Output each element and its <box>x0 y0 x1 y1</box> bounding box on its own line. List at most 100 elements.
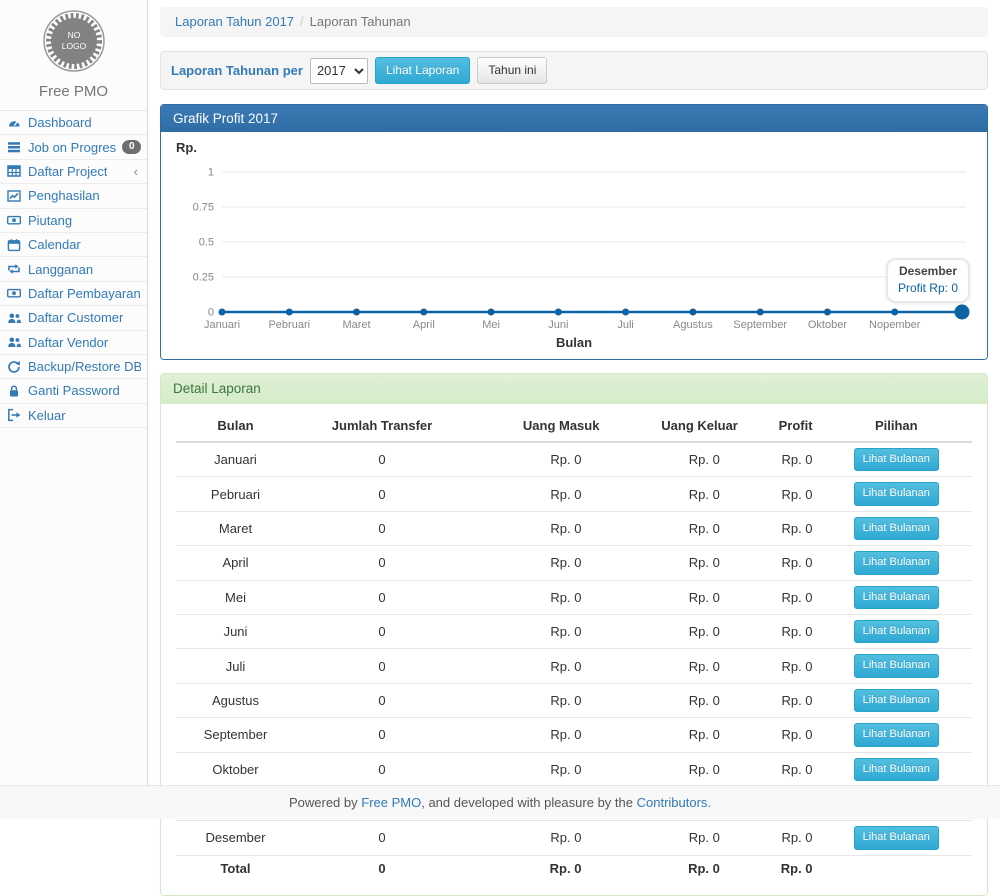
cell-bulan: Januari <box>176 442 295 477</box>
view-monthly-button[interactable]: Lihat Bulanan <box>854 758 939 781</box>
x-tick-label: Juli <box>617 319 634 331</box>
sign-out-icon <box>7 408 22 422</box>
sidebar-item-langganan[interactable]: Langganan <box>0 257 147 281</box>
sidebar-item-daftar-customer[interactable]: Daftar Customer <box>0 306 147 330</box>
table-row-desember: Desember0Rp. 0Rp. 0Rp. 0Lihat Bulanan <box>176 821 972 855</box>
money-icon <box>7 286 22 300</box>
cell-bulan: Mei <box>176 580 295 614</box>
cell-jumlah_transfer: 0 <box>295 477 469 511</box>
cell-profit: Rp. 0 <box>746 580 821 614</box>
users-icon <box>7 335 22 349</box>
main-content: Laporan Tahun 2017/Laporan Tahunan Lapor… <box>148 0 1000 785</box>
sidebar-item-label: Langganan <box>28 262 93 277</box>
cell-profit: Rp. 0 <box>746 821 821 855</box>
sidebar-item-label: Job on Progress <box>28 140 116 155</box>
cell-uang_keluar: Rp. 0 <box>607 718 745 752</box>
chart-y-axis-label: Rp. <box>176 140 972 158</box>
view-monthly-button[interactable]: Lihat Bulanan <box>854 551 939 574</box>
cell-pilihan: Lihat Bulanan <box>821 649 972 683</box>
chart-point-oktober[interactable] <box>824 309 831 316</box>
sidebar-item-backup-restore-db[interactable]: Backup/Restore DB <box>0 355 147 379</box>
cell-profit: Rp. 0 <box>746 752 821 786</box>
no-logo-badge: NO LOGO <box>41 8 107 74</box>
sidebar-item-job-on-progress[interactable]: Job on Progress0 <box>0 135 147 159</box>
view-monthly-button[interactable]: Lihat Bulanan <box>854 586 939 609</box>
chart-panel-title: Grafik Profit 2017 <box>161 105 987 132</box>
cell-pilihan: Lihat Bulanan <box>821 614 972 648</box>
current-year-button[interactable]: Tahun ini <box>477 57 547 84</box>
chart-point-agustus[interactable] <box>689 309 696 316</box>
sidebar-item-label: Daftar Customer <box>28 310 123 325</box>
cell-jumlah_transfer: 0 <box>295 649 469 683</box>
refresh-icon <box>7 360 22 374</box>
view-monthly-button[interactable]: Lihat Bulanan <box>854 723 939 746</box>
table-row-april: April0Rp. 0Rp. 0Rp. 0Lihat Bulanan <box>176 546 972 580</box>
sidebar-item-label: Calendar <box>28 237 81 252</box>
view-monthly-button[interactable]: Lihat Bulanan <box>854 448 939 471</box>
view-monthly-button[interactable]: Lihat Bulanan <box>854 826 939 849</box>
view-monthly-button[interactable]: Lihat Bulanan <box>854 517 939 540</box>
brand-text: Free PMO <box>0 83 147 100</box>
chart-point-mei[interactable] <box>488 309 495 316</box>
sidebar-item-dashboard[interactable]: Dashboard <box>0 111 147 135</box>
table-row-mei: Mei0Rp. 0Rp. 0Rp. 0Lihat Bulanan <box>176 580 972 614</box>
cell-profit: Rp. 0 <box>746 683 821 717</box>
tooltip-value: Profit Rp: 0 <box>898 281 958 295</box>
sidebar-item-label: Backup/Restore DB <box>28 359 141 374</box>
sidebar-item-piutang[interactable]: Piutang <box>0 209 147 233</box>
cell-bulan: April <box>176 546 295 580</box>
sidebar-item-daftar-pembayaran[interactable]: Daftar Pembayaran <box>0 282 147 306</box>
x-tick-label: Juni <box>548 319 568 331</box>
chart-point-januari[interactable] <box>219 309 226 316</box>
view-report-button[interactable]: Lihat Laporan <box>375 57 470 84</box>
sidebar-item-daftar-project[interactable]: Daftar Project‹ <box>0 160 147 184</box>
sidebar-item-keluar[interactable]: Keluar <box>0 404 147 428</box>
cell-bulan: September <box>176 718 295 752</box>
cell-jumlah_transfer: 0 <box>295 718 469 752</box>
cell-profit: Rp. 0 <box>746 546 821 580</box>
sidebar-item-ganti-password[interactable]: Ganti Password <box>0 379 147 403</box>
sidebar-item-label: Dashboard <box>28 115 92 130</box>
cell-uang_masuk: Rp. 0 <box>469 546 607 580</box>
breadcrumb-link[interactable]: Laporan Tahun 2017 <box>175 14 294 29</box>
cell-pilihan: Lihat Bulanan <box>821 511 972 545</box>
chart-point-juli[interactable] <box>622 309 629 316</box>
cell-uang_masuk: Rp. 0 <box>469 855 607 881</box>
view-monthly-button[interactable]: Lihat Bulanan <box>854 654 939 677</box>
cell-pilihan: Lihat Bulanan <box>821 821 972 855</box>
view-monthly-button[interactable]: Lihat Bulanan <box>854 689 939 712</box>
chart-point-juni[interactable] <box>555 309 562 316</box>
chart-area: Rp. 00.250.50.751JanuariPebruariMaretApr… <box>161 132 987 359</box>
chart-point-desember[interactable] <box>955 305 970 320</box>
cell-profit: Rp. 0 <box>746 718 821 752</box>
cell-uang_keluar: Rp. 0 <box>607 580 745 614</box>
year-select[interactable]: 2017 <box>310 58 368 84</box>
cell-uang_keluar: Rp. 0 <box>607 546 745 580</box>
cell-uang_masuk: Rp. 0 <box>469 614 607 648</box>
y-tick-label: 0.25 <box>193 272 214 284</box>
cell-bulan: Maret <box>176 511 295 545</box>
sidebar-item-daftar-vendor[interactable]: Daftar Vendor <box>0 331 147 355</box>
chart-point-september[interactable] <box>757 309 764 316</box>
view-monthly-button[interactable]: Lihat Bulanan <box>854 482 939 505</box>
chart-point-april[interactable] <box>420 309 427 316</box>
breadcrumb-current: Laporan Tahunan <box>310 14 411 29</box>
cell-profit: Rp. 0 <box>746 649 821 683</box>
chart-point-pebruari[interactable] <box>286 309 293 316</box>
cell-profit: Rp. 0 <box>746 442 821 477</box>
cell-uang_masuk: Rp. 0 <box>469 683 607 717</box>
y-tick-label: 0.5 <box>199 237 214 249</box>
cell-jumlah_transfer: 0 <box>295 752 469 786</box>
sidebar-item-penghasilan[interactable]: Penghasilan <box>0 184 147 208</box>
cell-profit: Rp. 0 <box>746 614 821 648</box>
footer-link-free-pmo[interactable]: Free PMO <box>361 795 421 810</box>
chart-point-maret[interactable] <box>353 309 360 316</box>
view-monthly-button[interactable]: Lihat Bulanan <box>854 620 939 643</box>
tasks-icon <box>7 140 22 154</box>
column-header-pilihan: Pilihan <box>821 410 972 442</box>
footer-link-contributors[interactable]: Contributors. <box>637 795 711 810</box>
cell-bulan: Agustus <box>176 683 295 717</box>
sidebar-item-calendar[interactable]: Calendar <box>0 233 147 257</box>
sidebar-item-label: Daftar Vendor <box>28 335 108 350</box>
chart-point-nopember[interactable] <box>891 309 898 316</box>
